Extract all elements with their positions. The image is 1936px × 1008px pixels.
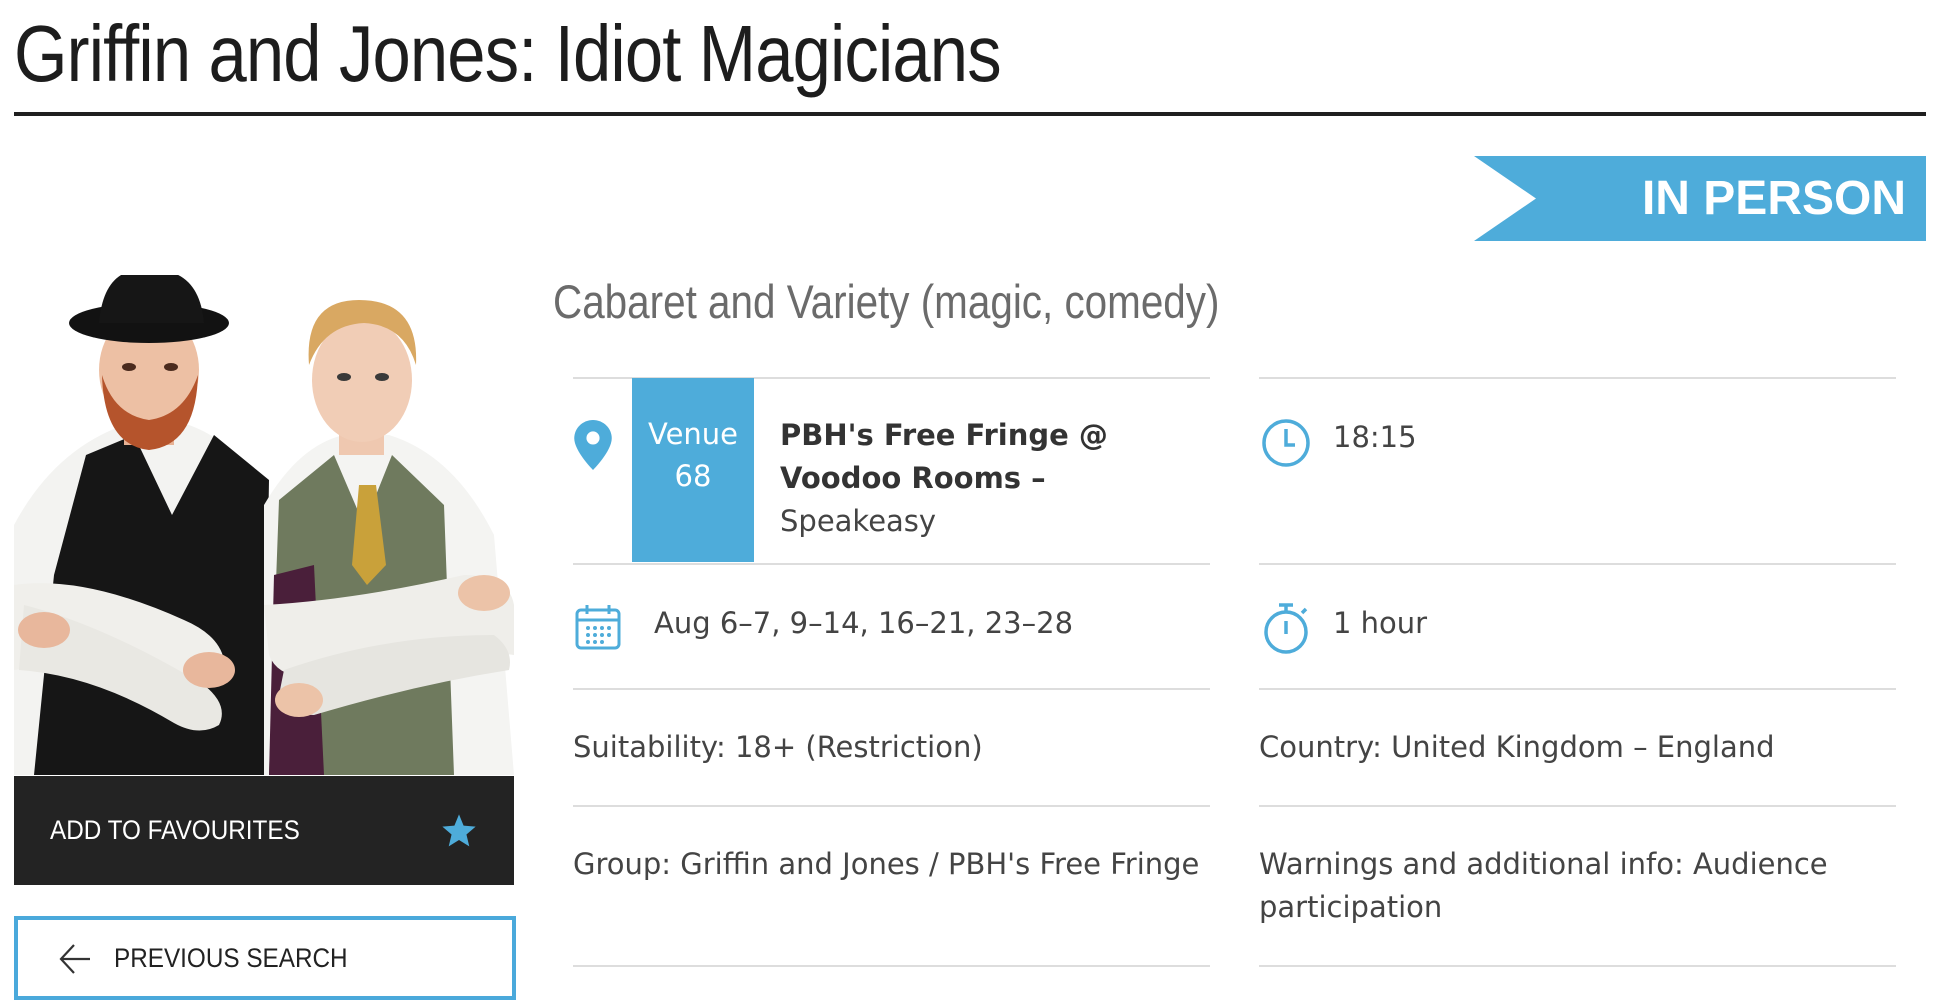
calendar-icon [575,605,621,650]
performance-duration: 1 hour [1333,606,1428,640]
performance-dates: Aug 6–7, 9–14, 16–21, 23–28 [654,606,1074,640]
divider [1259,377,1896,379]
add-to-favourites-button[interactable]: ADD TO FAVOURITES [14,776,514,885]
add-to-favourites-label: ADD TO FAVOURITES [50,815,300,845]
venue-number-badge: Venue 68 [632,378,754,562]
suitability-info: Suitability: 18+ (Restriction) [573,730,983,764]
page-title: Griffin and Jones: Idiot Magicians [14,9,1002,98]
genre-heading: Cabaret and Variety (magic, comedy) [553,275,1220,328]
map-pin-icon [574,420,612,470]
previous-search-label: PREVIOUS SEARCH [114,943,348,973]
venue-badge-label: Venue [647,417,739,451]
venue-badge-number: 68 [674,459,712,493]
divider [1259,965,1896,967]
country-info: Country: United Kingdom – England [1259,730,1775,764]
title-divider [14,112,1926,116]
performance-time: 18:15 [1333,420,1417,454]
divider [573,965,1210,967]
in-person-label: IN PERSON [1641,172,1906,225]
venue-name-separator: – [1021,461,1046,495]
divider [1259,563,1896,565]
warnings-info-line1: Warnings and additional info: Audience [1259,847,1828,881]
venue-room: Speakeasy [780,504,937,538]
stopwatch-icon [1264,603,1308,654]
divider [1259,805,1896,807]
arrow-left-icon [59,944,90,974]
venue-name-text: PBH's Free Fringe @ Voodoo Rooms [780,418,1108,495]
show-image [14,275,514,775]
divider [573,563,1210,565]
divider [573,688,1210,690]
venue-name[interactable]: PBH's Free Fringe @ Voodoo Rooms – Speak… [780,414,1200,543]
group-info: Group: Griffin and Jones / PBH's Free Fr… [573,847,1200,881]
divider [1259,688,1896,690]
clock-icon [1262,419,1310,467]
previous-search-button[interactable]: PREVIOUS SEARCH [14,916,516,1000]
warnings-info-line2: participation [1259,890,1443,924]
star-icon [442,814,476,847]
divider [573,805,1210,807]
